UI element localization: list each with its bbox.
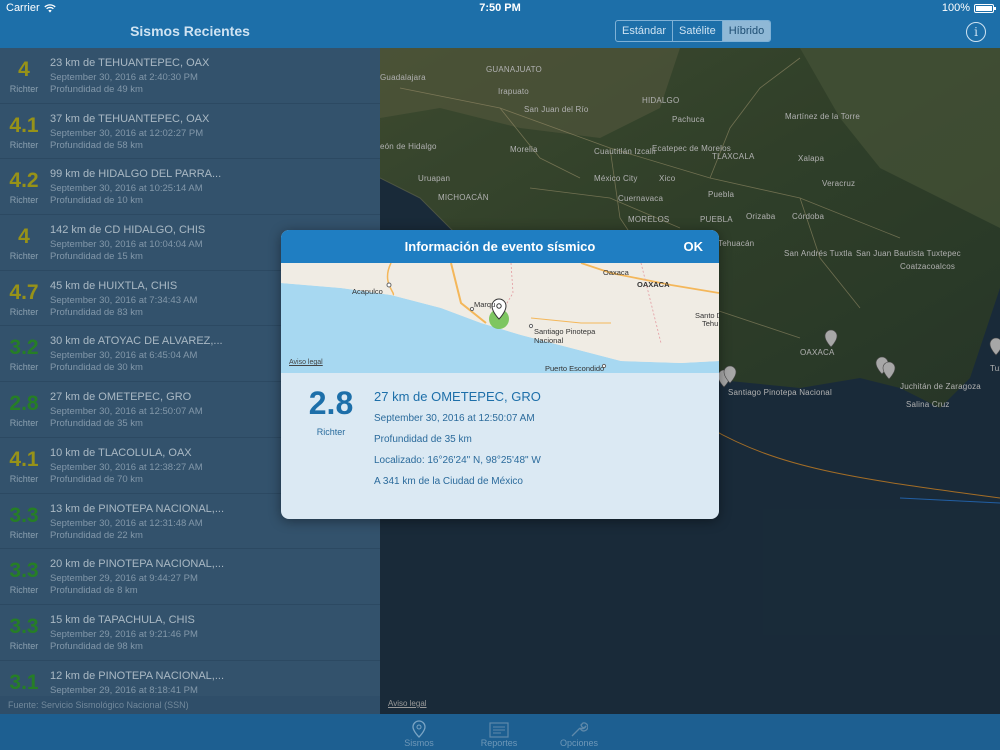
segment-hybrid[interactable]: Híbrido — [722, 21, 771, 41]
tab-opciones-label: Opciones — [559, 738, 599, 748]
tab-reportes[interactable]: Reportes — [469, 718, 529, 748]
mini-map-label: Santiago Pinotepa — [534, 327, 596, 336]
navigation-bar: Sismos Recientes Estándar Satélite Híbri… — [0, 16, 1000, 48]
segment-standard[interactable]: Estándar — [616, 21, 674, 41]
mini-map-label: Nacional — [534, 336, 564, 345]
segment-satellite[interactable]: Satélite — [673, 21, 723, 41]
event-mini-map[interactable]: Acapulco Marqu Oaxaca OAXACA Santo D Teh… — [281, 263, 719, 373]
dialog-title: Información de evento sísmico — [404, 239, 596, 254]
event-place: 27 km de OMETEPEC, GRO — [374, 389, 541, 404]
location-pin-icon — [412, 720, 426, 738]
battery-indicator: 100% — [941, 2, 996, 14]
mini-map-label: Tehu — [702, 319, 719, 328]
dialog-header: Información de evento sísmico OK — [281, 230, 719, 263]
battery-percent: 100% — [941, 2, 970, 14]
event-magnitude-unit: Richter — [316, 427, 346, 437]
mini-map-label: Marqu — [474, 300, 496, 309]
status-bar: Carrier 7:50 PM 100% — [0, 0, 1000, 16]
info-icon[interactable]: i — [966, 22, 986, 42]
battery-icon — [974, 3, 996, 13]
mini-map-legal-link[interactable]: Aviso legal — [289, 359, 323, 366]
event-magnitude: 2.8 — [308, 385, 354, 421]
mini-map-label: OAXACA — [637, 280, 670, 289]
page-title: Sismos Recientes — [130, 23, 250, 39]
mini-map-label: Oaxaca — [603, 268, 629, 277]
mini-map-label: Acapulco — [352, 287, 383, 296]
event-depth: Profundidad de 35 km — [374, 434, 472, 445]
clock: 7:50 PM — [479, 2, 521, 14]
event-details: 2.8 Richter 27 km de OMETEPEC, GRO Septe… — [281, 373, 719, 519]
report-icon — [489, 722, 509, 738]
ok-button[interactable]: OK — [684, 239, 704, 254]
event-coordinates: Localizado: 16°26'24" N, 98°25'48" W — [374, 455, 541, 466]
tab-opciones[interactable]: Opciones — [549, 718, 609, 748]
tab-sismos-label: Sismos — [404, 738, 434, 748]
tab-sismos[interactable]: Sismos — [389, 718, 449, 748]
tab-reportes-label: Reportes — [480, 738, 518, 748]
event-info-dialog: Información de evento sísmico OK Acapulc… — [281, 230, 719, 519]
wrench-icon — [571, 722, 588, 737]
event-distance: A 341 km de la Ciudad de México — [374, 476, 523, 487]
event-date: September 30, 2016 at 12:50:07 AM — [374, 413, 535, 424]
tab-bar: Sismos Reportes Opciones — [0, 714, 1000, 750]
map-type-segmented-control[interactable]: Estándar Satélite Híbrido — [615, 20, 772, 42]
mini-map-label: Puerto Escondido — [545, 364, 605, 373]
